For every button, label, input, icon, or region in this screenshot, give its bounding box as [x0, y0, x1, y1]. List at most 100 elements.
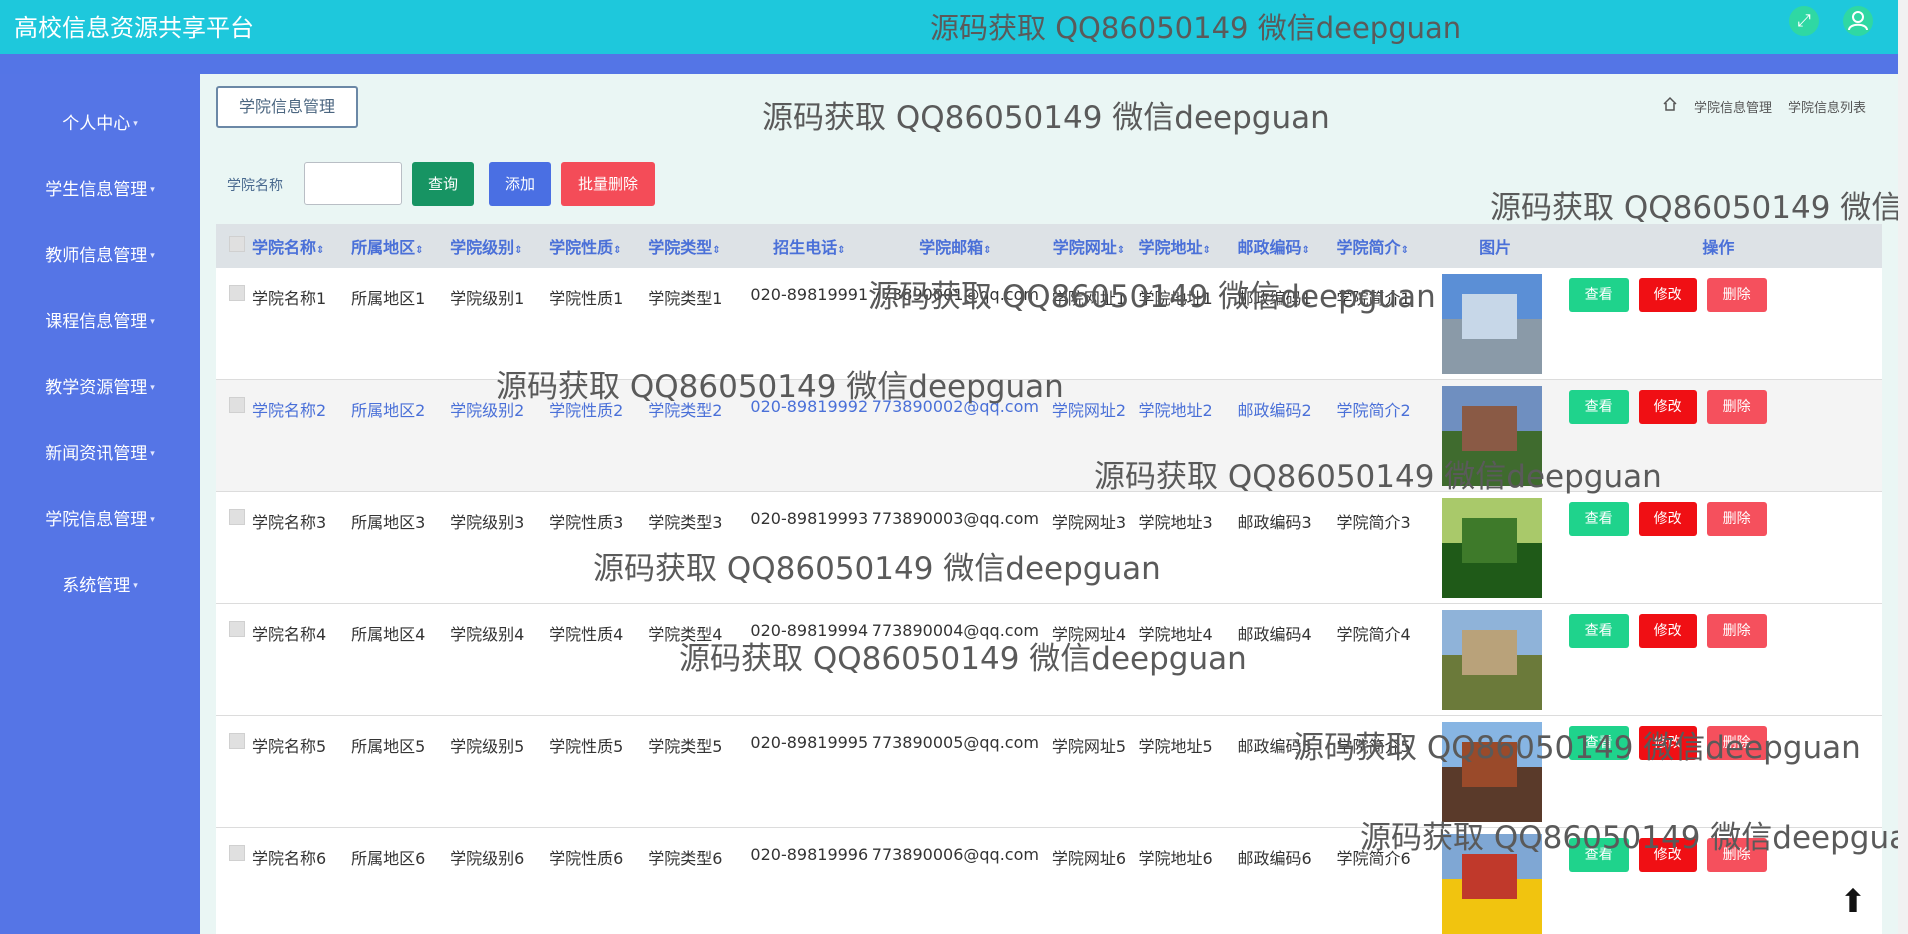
breadcrumb-level1[interactable]: 学院信息管理	[1694, 97, 1772, 116]
column-header[interactable]: 学院网址⇕	[1039, 224, 1138, 268]
cell-image	[1435, 603, 1555, 716]
cell-name: 学院名称3	[252, 491, 352, 604]
cell-actions: 查看 修改 删除	[1554, 268, 1882, 380]
page-tag[interactable]: 学院信息管理	[216, 86, 358, 128]
row-checkbox[interactable]	[229, 845, 245, 861]
vertical-scrollbar[interactable]	[1898, 0, 1908, 934]
row-checkbox[interactable]	[229, 621, 245, 637]
query-button[interactable]: 查询	[412, 162, 474, 206]
column-header[interactable]: 邮政编码⇕	[1238, 224, 1337, 268]
row-checkbox[interactable]	[229, 285, 245, 301]
chevron-down-icon: ▾	[150, 251, 155, 261]
cell-website: 学院网址5	[1039, 715, 1139, 828]
sidebar-item-course-info[interactable]: 课程信息管理 ▾	[0, 289, 200, 355]
sidebar-item-teacher-info[interactable]: 教师信息管理 ▾	[0, 223, 200, 289]
view-button[interactable]: 查看	[1568, 614, 1629, 648]
column-header[interactable]: 学院简介⇕	[1337, 224, 1436, 268]
watermark-text: 源码获取 QQ86050149 微信deepguan	[930, 11, 1462, 45]
row-checkbox[interactable]	[229, 509, 245, 525]
delete-button[interactable]: 删除	[1706, 502, 1767, 536]
breadcrumb: 学院信息管理 学院信息列表	[1662, 96, 1866, 116]
cell-address: 学院地址6	[1138, 827, 1238, 934]
arrow-up-icon[interactable]: ⬆	[1836, 884, 1870, 918]
sidebar-item-news[interactable]: 新闻资讯管理 ▾	[0, 421, 200, 487]
sidebar-item-student-info[interactable]: 学生信息管理 ▾	[0, 157, 200, 223]
college-photo[interactable]	[1441, 498, 1542, 598]
column-header[interactable]: 学院类型⇕	[648, 224, 747, 268]
view-button[interactable]: 查看	[1568, 390, 1629, 424]
column-header[interactable]: 招生电话⇕	[747, 224, 871, 268]
edit-button[interactable]: 修改	[1638, 614, 1697, 648]
cell-region: 所属地区4	[351, 603, 451, 716]
column-header[interactable]: 学院名称⇕	[252, 224, 351, 268]
cell-postcode: 邮政编码6	[1237, 827, 1337, 934]
sidebar-item-personal-center[interactable]: 个人中心 ▾	[0, 91, 200, 157]
column-header[interactable]: 学院地址⇕	[1138, 224, 1237, 268]
select-all-checkbox[interactable]	[216, 224, 252, 268]
cell-level: 学院级别3	[450, 491, 550, 604]
row-checkbox[interactable]	[229, 397, 245, 413]
cell-website: 学院网址6	[1039, 827, 1139, 934]
column-header[interactable]: 所属地区⇕	[351, 224, 450, 268]
row-checkbox-cell	[216, 715, 253, 828]
batch-delete-button[interactable]: 批量删除	[561, 162, 655, 206]
college-photo[interactable]	[1441, 274, 1542, 374]
column-header: 操作	[1702, 238, 1735, 257]
edit-button[interactable]: 修改	[1638, 502, 1697, 536]
delete-button[interactable]: 删除	[1706, 614, 1767, 648]
app-title: 高校信息资源共享平台	[14, 14, 254, 42]
chevron-down-icon: ▾	[150, 185, 155, 195]
sidebar-item-teaching-resources[interactable]: 教学资源管理 ▾	[0, 355, 200, 421]
column-header: 图片	[1479, 238, 1512, 257]
watermark-text: 源码获取 QQ86050149 微信deepguan	[1094, 459, 1662, 495]
cell-type: 学院类型5	[648, 715, 748, 828]
cell-image	[1435, 268, 1555, 380]
cell-nature: 学院性质4	[549, 603, 649, 716]
cell-intro: 学院简介4	[1336, 603, 1436, 716]
view-button[interactable]: 查看	[1568, 502, 1629, 536]
column-header[interactable]: 学院性质⇕	[549, 224, 648, 268]
cell-region: 所属地区3	[351, 491, 451, 604]
cell-email: 773890005@qq.com	[871, 715, 1040, 828]
user-icon[interactable]	[1843, 6, 1873, 36]
sidebar-item-label: 教师信息管理	[45, 246, 148, 266]
row-checkbox-cell	[216, 268, 253, 380]
column-header[interactable]: 学院级别⇕	[450, 224, 549, 268]
sidebar-item-label: 个人中心	[62, 114, 131, 134]
row-checkbox[interactable]	[229, 733, 245, 749]
cell-postcode: 邮政编码4	[1237, 603, 1337, 716]
breadcrumb-level2: 学院信息列表	[1787, 100, 1866, 116]
delete-button[interactable]: 删除	[1706, 390, 1767, 424]
column-header[interactable]: 学院邮箱⇕	[871, 224, 1039, 268]
edit-button[interactable]: 修改	[1638, 390, 1697, 424]
row-checkbox-cell	[216, 603, 253, 716]
main-content: 学院信息管理 学院信息管理 学院信息列表 学院名称 查询 添加 批量删除 学院名…	[200, 74, 1908, 934]
cell-region: 所属地区5	[351, 715, 451, 828]
add-button[interactable]: 添加	[489, 162, 551, 206]
cell-level: 学院级别5	[450, 715, 550, 828]
cell-intro: 学院简介3	[1336, 491, 1436, 604]
college-photo[interactable]	[1441, 610, 1542, 710]
cell-region: 所属地区6	[351, 827, 451, 934]
delete-button[interactable]: 删除	[1706, 278, 1767, 312]
cell-address: 学院地址5	[1138, 715, 1238, 828]
sidebar-item-label: 课程信息管理	[45, 312, 148, 332]
sidebar-item-college-info[interactable]: 学院信息管理 ▾	[0, 487, 200, 553]
expand-arrows-icon[interactable]: ⤢	[1789, 6, 1819, 36]
watermark-text: 源码获取 QQ86050149 微信deepguan	[679, 641, 1247, 677]
view-button[interactable]: 查看	[1568, 278, 1629, 312]
cell-type: 学院类型6	[648, 827, 748, 934]
cell-nature: 学院性质6	[549, 827, 649, 934]
top-navbar: 高校信息资源共享平台 源码获取 QQ86050149 微信deepguan ⤢	[0, 0, 1898, 54]
watermark-text: 源码获取 QQ86050149 微信deepguan	[1360, 820, 1908, 856]
sidebar-item-system[interactable]: 系统管理 ▾	[0, 553, 200, 619]
home-icon[interactable]	[1662, 96, 1678, 116]
chevron-down-icon: ▾	[133, 581, 138, 591]
college-name-input[interactable]	[304, 162, 402, 205]
edit-button[interactable]: 修改	[1638, 278, 1697, 312]
cell-region: 所属地区2	[351, 379, 451, 492]
cell-name: 学院名称6	[252, 827, 352, 934]
cell-name: 学院名称5	[252, 715, 352, 828]
sidebar-item-label: 新闻资讯管理	[45, 444, 148, 464]
table-header-row: 学院名称⇕ 所属地区⇕ 学院级别⇕ 学院性质⇕ 学院类型⇕ 招生电话⇕ 学院邮箱…	[216, 224, 1882, 268]
